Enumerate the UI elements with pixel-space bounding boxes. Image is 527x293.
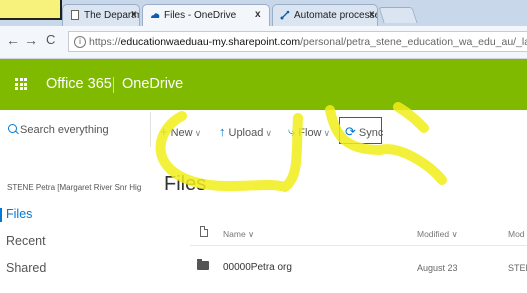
site-info-icon[interactable]: i [74, 36, 86, 48]
search-box[interactable]: Search everything [8, 124, 109, 136]
divider [150, 112, 151, 147]
back-button[interactable]: ← [6, 32, 20, 48]
new-button[interactable]: + New ∨ [160, 124, 201, 139]
search-placeholder: Search everything [20, 124, 109, 136]
file-type-icon [200, 226, 208, 237]
close-tab-button[interactable]: x [131, 9, 137, 20]
browser-tab[interactable]: Automate processes + t x [272, 4, 378, 26]
suite-divider [113, 77, 114, 93]
forward-button[interactable]: → [24, 32, 38, 48]
onedrive-icon [151, 13, 160, 18]
column-header-name[interactable]: Name ∨ [223, 229, 254, 240]
table-row-name[interactable]: 00000Petra org [223, 262, 292, 273]
highlight-stroke-tick [393, 102, 429, 133]
url-input[interactable]: i https://educationwaeduau-my.sharepoint… [68, 31, 527, 52]
flow-button[interactable]: ⤷ Flow ∨ [288, 124, 330, 140]
browser-tab-label: Files - OneDrive [164, 10, 237, 21]
upload-icon: ↑ [219, 124, 226, 139]
reload-button[interactable]: C [46, 32, 55, 47]
new-label: New [170, 127, 193, 139]
nav-item-recent[interactable]: Recent [6, 234, 46, 248]
chevron-down-icon: ∨ [265, 128, 272, 138]
url-host: educationwaeduau-my.sharepoint.com [120, 36, 301, 48]
url-text: https://educationwaeduau-my.sharepoint.c… [89, 36, 527, 48]
close-tab-button[interactable]: x [369, 9, 375, 20]
plus-icon: + [160, 124, 168, 139]
url-path: /personal/petra_stene_education_wa_edu_a… [300, 36, 527, 48]
column-header-modified-by[interactable]: Mod [508, 229, 525, 239]
new-tab-button[interactable] [378, 7, 418, 23]
upload-label: Upload [228, 127, 264, 139]
app-launcher-icon[interactable] [15, 78, 27, 90]
user-name: STENE Petra [Margaret River Snr Hig [7, 183, 142, 192]
upload-button[interactable]: ↑ Upload ∨ [219, 124, 272, 139]
column-header-modified[interactable]: Modified ∨ [417, 229, 458, 240]
flow-icon: ⤷ [288, 124, 296, 139]
chevron-down-icon: ∨ [194, 128, 202, 138]
chevron-down-icon: ∨ [323, 128, 331, 138]
browser-tab-label: Automate processes + t [294, 10, 377, 21]
browser-tab-strip: The Department of Educ x Files - OneDriv… [0, 0, 527, 26]
browser-tab[interactable]: The Department of Educ x [62, 4, 140, 26]
url-prefix: https:// [89, 36, 121, 48]
table-row-modified-by: STEN [508, 263, 527, 273]
browser-tab-active[interactable]: Files - OneDrive x [142, 4, 270, 26]
highlighted-window-corner [0, 0, 62, 20]
divider [190, 245, 527, 246]
nav-item-files[interactable]: Files [0, 207, 32, 222]
nav-item-shared[interactable]: Shared [6, 261, 46, 275]
folder-icon [197, 259, 209, 270]
search-icon [8, 124, 17, 133]
page-title: Files [164, 173, 207, 195]
onedrive-app-link[interactable]: OneDrive [122, 76, 183, 92]
close-tab-button[interactable]: x [255, 9, 261, 20]
office-365-link[interactable]: Office 365 [46, 76, 112, 92]
table-row-modified: August 23 [417, 263, 458, 273]
sync-annotation-box [339, 117, 382, 144]
address-bar: ← → C i https://educationwaeduau-my.shar… [0, 26, 527, 59]
flow-icon [280, 10, 290, 20]
flow-label: Flow [298, 127, 322, 139]
office-suite-bar: Office 365 OneDrive [0, 59, 527, 110]
document-icon [71, 10, 79, 20]
